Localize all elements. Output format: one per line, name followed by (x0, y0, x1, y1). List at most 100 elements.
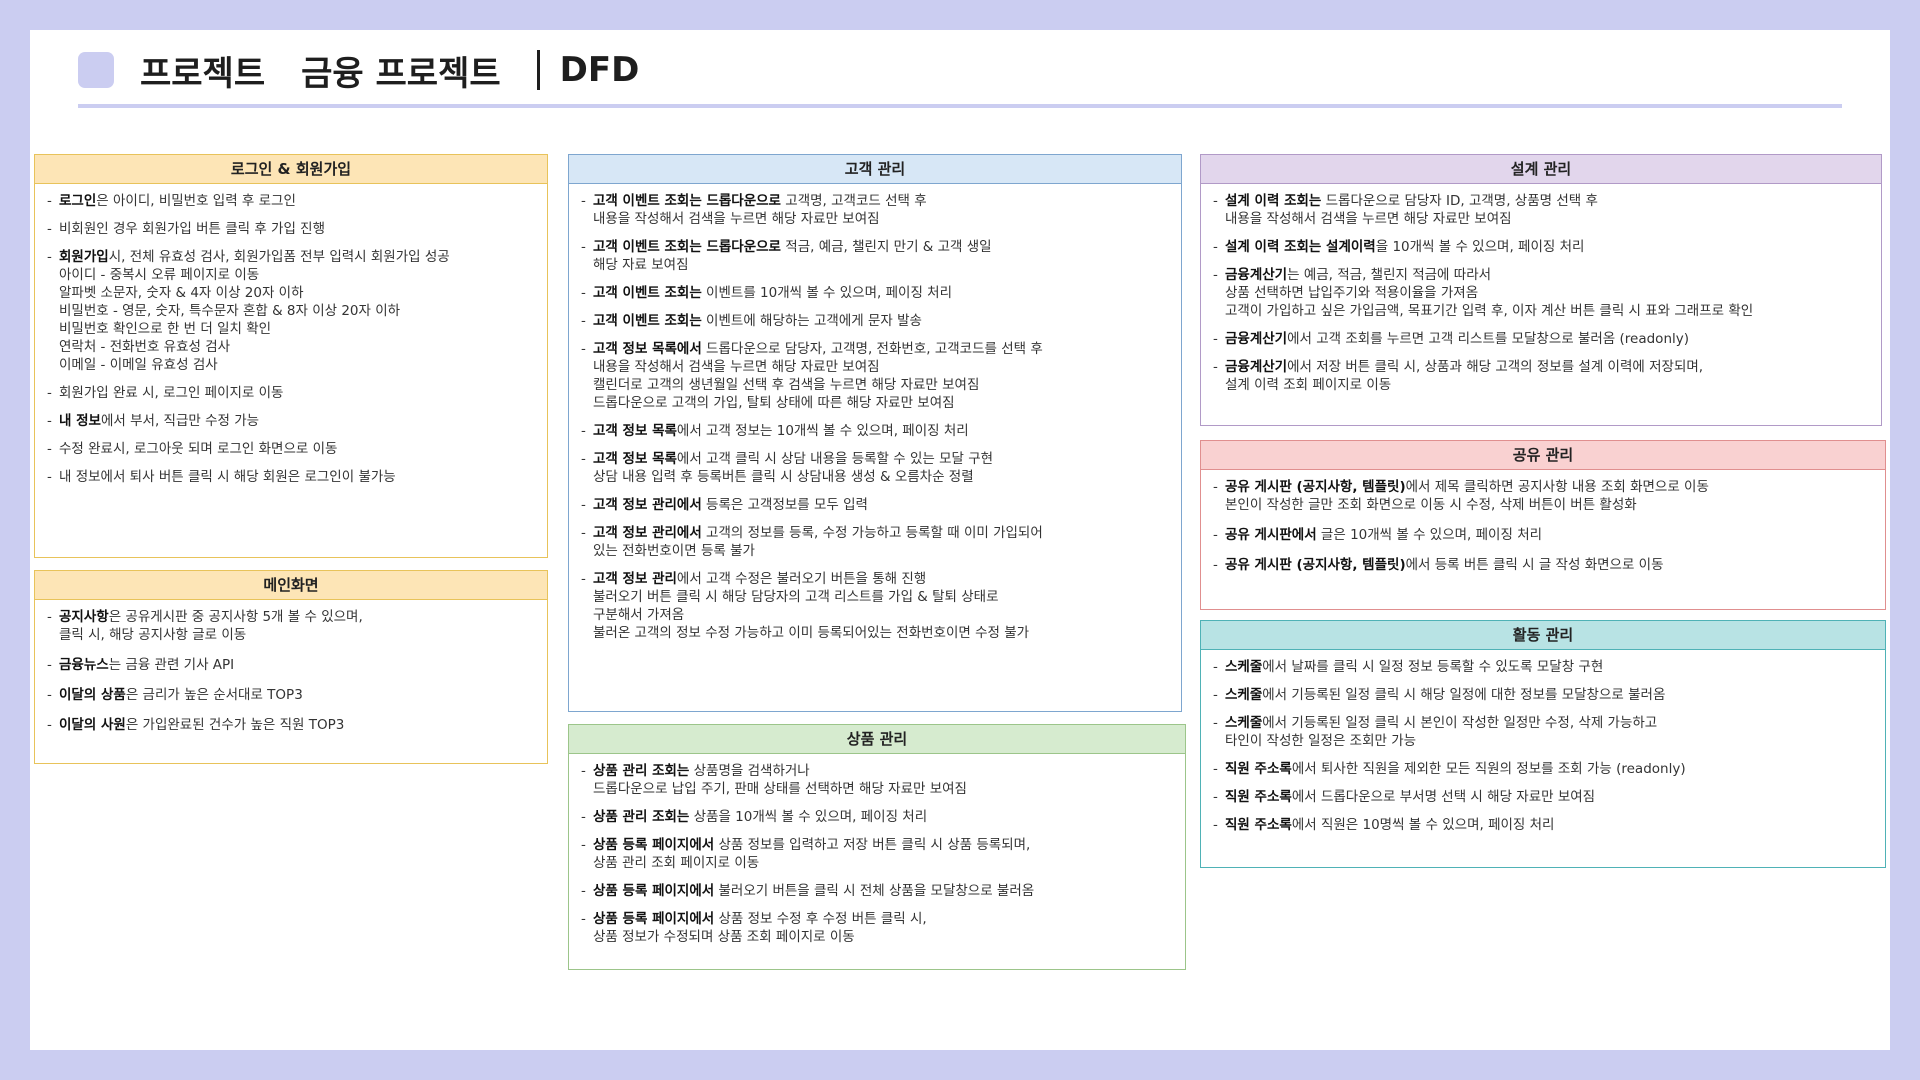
list-item-text: 시, 전체 유효성 검사, 회원가입폼 전부 입력시 회원가입 성공 아이디 -… (59, 249, 450, 373)
panel-login: 로그인 & 회원가입 로그인은 아이디, 비밀번호 입력 후 로그인비회원인 경… (34, 154, 548, 558)
panel-list: 고객 이벤트 조회는 드롭다운으로 고객명, 고객코드 선택 후 내용을 작성해… (569, 184, 1181, 642)
list-item-bold: 고객 정보 목록에서 (593, 341, 702, 357)
list-item: 금융뉴스는 금융 관련 기사 API (47, 656, 535, 674)
list-item: 고객 정보 목록에서 드롭다운으로 담당자, 고객명, 전화번호, 고객코드를 … (581, 340, 1169, 412)
list-item-bold: 고객 정보 관리 (593, 571, 677, 587)
list-item: 공유 게시판에서 글은 10개씩 볼 수 있으며, 페이징 처리 (1213, 526, 1873, 544)
panel-main: 메인화면 공지사항은 공유게시판 중 공지사항 5개 볼 수 있으며, 클릭 시… (34, 570, 548, 764)
list-item-text: 내 정보에서 퇴사 버튼 클릭 시 해당 회원은 로그인이 불가능 (59, 469, 396, 485)
list-item: 공유 게시판 (공지사항, 템플릿)에서 제목 클릭하면 공지사항 내용 조회 … (1213, 478, 1873, 514)
header-word-project: 프로젝트 (140, 53, 266, 94)
list-item-bold: 상품 등록 페이지에서 (593, 837, 715, 853)
list-item-text: 이벤트를 10개씩 볼 수 있으며, 페이징 처리 (701, 285, 952, 301)
list-item-text: 을 10개씩 볼 수 있으며, 페이징 처리 (1375, 239, 1585, 255)
list-item-text: 불러오기 버튼을 클릭 시 전체 상품을 모달창으로 불러옴 (714, 883, 1035, 899)
panel-list: 스케줄에서 날짜를 클릭 시 일정 정보 등록할 수 있도록 모달창 구현스케줄… (1201, 650, 1885, 834)
panel-list: 설계 이력 조회는 드롭다운으로 담당자 ID, 고객명, 상품명 선택 후 내… (1201, 184, 1881, 394)
list-item: 고객 이벤트 조회는 드롭다운으로 적금, 예금, 챌린지 만기 & 고객 생일… (581, 238, 1169, 274)
panel-design: 설계 관리 설계 이력 조회는 드롭다운으로 담당자 ID, 고객명, 상품명 … (1200, 154, 1882, 426)
list-item-text: 에서 드롭다운으로 부서명 선택 시 해당 자료만 보여짐 (1291, 789, 1596, 805)
panel-customer: 고객 관리 고객 이벤트 조회는 드롭다운으로 고객명, 고객코드 선택 후 내… (568, 154, 1182, 712)
list-item-bold: 스케줄 (1225, 659, 1263, 675)
list-item: 스케줄에서 기등록된 일정 클릭 시 해당 일정에 대한 정보를 모달창으로 불… (1213, 686, 1873, 704)
list-item: 고객 이벤트 조회는 드롭다운으로 고객명, 고객코드 선택 후 내용을 작성해… (581, 192, 1169, 228)
list-item-text: 에서 고객 조회를 누르면 고객 리스트를 모달창으로 불러옴 (readonl… (1287, 331, 1690, 347)
panel-activity: 활동 관리 스케줄에서 날짜를 클릭 시 일정 정보 등록할 수 있도록 모달창… (1200, 620, 1886, 868)
list-item: 공지사항은 공유게시판 중 공지사항 5개 볼 수 있으며, 클릭 시, 해당 … (47, 608, 535, 644)
list-item-text: 상품을 10개씩 볼 수 있으며, 페이징 처리 (689, 809, 928, 825)
list-item-bold: 금융계산기 (1225, 267, 1288, 283)
list-item-bold: 이달의 사원 (59, 717, 126, 733)
list-item-bold: 스케줄 (1225, 715, 1263, 731)
list-item: 상품 관리 조회는 상품을 10개씩 볼 수 있으며, 페이징 처리 (581, 808, 1173, 826)
panel-title: 공유 관리 (1201, 441, 1885, 470)
list-item-bold: 로그인 (59, 193, 97, 209)
list-item: 고객 이벤트 조회는 이벤트를 10개씩 볼 수 있으며, 페이징 처리 (581, 284, 1169, 302)
list-item-text: 는 예금, 적금, 챌린지 적금에 따라서 상품 선택하면 납입주기와 적용이율… (1225, 267, 1754, 319)
list-item: 금융계산기는 예금, 적금, 챌린지 적금에 따라서 상품 선택하면 납입주기와… (1213, 266, 1869, 320)
list-item-bold: 고객 정보 목록 (593, 451, 677, 467)
list-item-text: 글은 10개씩 볼 수 있으며, 페이징 처리 (1316, 527, 1543, 543)
list-item-bold: 고객 이벤트 조회는 드롭다운으로 (593, 239, 781, 255)
list-item-bold: 설계 이력 조회는 (1225, 193, 1322, 209)
list-item-text: 는 금융 관련 기사 API (108, 657, 235, 673)
list-item-text: 에서 기등록된 일정 클릭 시 본인이 작성한 일정만 수정, 삭제 가능하고 … (1225, 715, 1658, 749)
list-item: 회원가입시, 전체 유효성 검사, 회원가입폼 전부 입력시 회원가입 성공 아… (47, 248, 535, 374)
header-divider (536, 50, 540, 90)
list-item-bold: 회원가입 (59, 249, 109, 265)
list-item: 설계 이력 조회는 드롭다운으로 담당자 ID, 고객명, 상품명 선택 후 내… (1213, 192, 1869, 228)
list-item-text: 은 금리가 높은 순서대로 TOP3 (125, 687, 303, 703)
list-item-bold: 고객 정보 관리에서 (593, 525, 702, 541)
list-item-bold: 공유 게시판에서 (1225, 527, 1317, 543)
list-item: 상품 관리 조회는 상품명을 검색하거나 드롭다운으로 납입 주기, 판매 상태… (581, 762, 1173, 798)
list-item-bold: 고객 정보 관리에서 (593, 497, 702, 513)
list-item-text: 회원가입 완료 시, 로그인 페이지로 이동 (59, 385, 284, 401)
list-item-bold: 내 정보 (59, 413, 101, 429)
panel-title: 설계 관리 (1201, 155, 1881, 184)
list-item: 고객 정보 관리에서 등록은 고객정보를 모두 입력 (581, 496, 1169, 514)
header-word-title: 금융 프로젝트 (301, 53, 501, 94)
header: 프로젝트 금융 프로젝트 DFD (78, 40, 639, 100)
list-item-bold: 공유 게시판 (공지사항, 템플릿) (1225, 479, 1406, 495)
list-item: 금융계산기에서 저장 버튼 클릭 시, 상품과 해당 고객의 정보를 설계 이력… (1213, 358, 1869, 394)
list-item: 스케줄에서 기등록된 일정 클릭 시 본인이 작성한 일정만 수정, 삭제 가능… (1213, 714, 1873, 750)
list-item-text: 에서 기등록된 일정 클릭 시 해당 일정에 대한 정보를 모달창으로 불러옴 (1262, 687, 1666, 703)
list-item: 고객 정보 관리에서 고객 수정은 불러오기 버튼을 통해 진행 불러오기 버튼… (581, 570, 1169, 642)
list-item: 고객 정보 관리에서 고객의 정보를 등록, 수정 가능하고 등록할 때 이미 … (581, 524, 1169, 560)
list-item: 로그인은 아이디, 비밀번호 입력 후 로그인 (47, 192, 535, 210)
list-item-bold: 고객 이벤트 조회는 (593, 313, 702, 329)
list-item: 설계 이력 조회는 설계이력을 10개씩 볼 수 있으며, 페이징 처리 (1213, 238, 1869, 256)
list-item: 고객 정보 목록에서 고객 정보는 10개씩 볼 수 있으며, 페이징 처리 (581, 422, 1169, 440)
list-item-text: 에서 퇴사한 직원을 제외한 모든 직원의 정보를 조회 가능 (readonl… (1291, 761, 1686, 777)
list-item-bold: 이달의 상품 (59, 687, 126, 703)
list-item-bold: 고객 이벤트 조회는 (593, 285, 702, 301)
list-item-text: 은 아이디, 비밀번호 입력 후 로그인 (96, 193, 296, 209)
list-item-text: 에서 날짜를 클릭 시 일정 정보 등록할 수 있도록 모달창 구현 (1262, 659, 1604, 675)
list-item: 상품 등록 페이지에서 상품 정보 수정 후 수정 버튼 클릭 시, 상품 정보… (581, 910, 1173, 946)
list-item-bold: 설계 이력 조회는 설계이력 (1225, 239, 1376, 255)
list-item-bold: 금융계산기 (1225, 359, 1288, 375)
panel-title: 활동 관리 (1201, 621, 1885, 650)
list-item-bold: 금융계산기 (1225, 331, 1288, 347)
slide: 프로젝트 금융 프로젝트 DFD 로그인 & 회원가입 로그인은 아이디, 비밀… (30, 30, 1890, 1050)
list-item-text: 에서 직원은 10명씩 볼 수 있으며, 페이징 처리 (1291, 817, 1555, 833)
panel-list: 공유 게시판 (공지사항, 템플릿)에서 제목 클릭하면 공지사항 내용 조회 … (1201, 470, 1885, 574)
list-item-bold: 고객 정보 목록 (593, 423, 677, 439)
list-item: 직원 주소록에서 드롭다운으로 부서명 선택 시 해당 자료만 보여짐 (1213, 788, 1873, 806)
panel-list: 로그인은 아이디, 비밀번호 입력 후 로그인비회원인 경우 회원가입 버튼 클… (35, 184, 547, 486)
list-item: 상품 등록 페이지에서 상품 정보를 입력하고 저장 버튼 클릭 시 상품 등록… (581, 836, 1173, 872)
list-item-text: 에서 저장 버튼 클릭 시, 상품과 해당 고객의 정보를 설계 이력에 저장되… (1225, 359, 1704, 393)
list-item-text: 은 가입완료된 건수가 높은 직원 TOP3 (125, 717, 345, 733)
panel-share: 공유 관리 공유 게시판 (공지사항, 템플릿)에서 제목 클릭하면 공지사항 … (1200, 440, 1886, 610)
panel-title: 로그인 & 회원가입 (35, 155, 547, 184)
list-item: 수정 완료시, 로그아웃 되며 로그인 화면으로 이동 (47, 440, 535, 458)
list-item-bold: 상품 관리 조회는 (593, 809, 690, 825)
list-item: 내 정보에서 부서, 직급만 수정 가능 (47, 412, 535, 430)
panel-title: 메인화면 (35, 571, 547, 600)
list-item-bold: 직원 주소록 (1225, 817, 1292, 833)
list-item-bold: 상품 등록 페이지에서 (593, 883, 715, 899)
panel-title: 고객 관리 (569, 155, 1181, 184)
panel-list: 공지사항은 공유게시판 중 공지사항 5개 볼 수 있으며, 클릭 시, 해당 … (35, 600, 547, 734)
list-item: 내 정보에서 퇴사 버튼 클릭 시 해당 회원은 로그인이 불가능 (47, 468, 535, 486)
list-item-bold: 직원 주소록 (1225, 761, 1292, 777)
